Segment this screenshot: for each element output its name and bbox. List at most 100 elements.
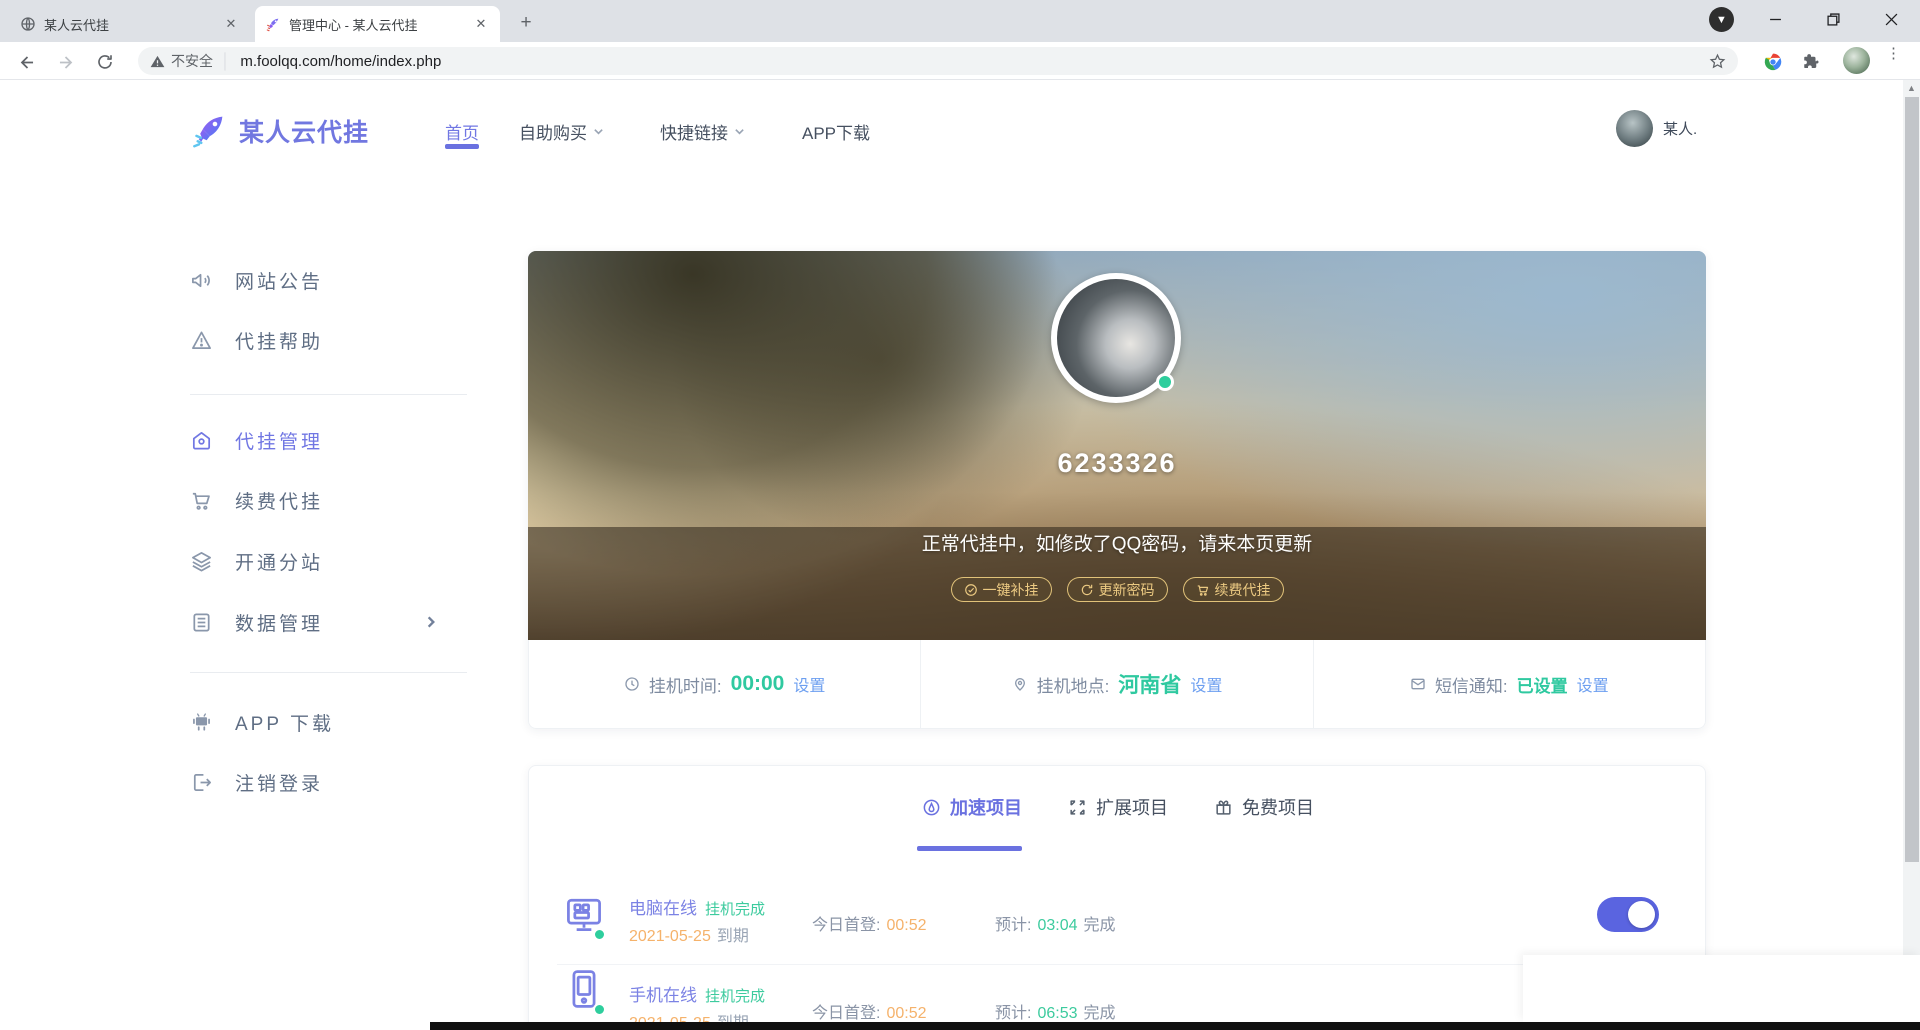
badge-label: 更新密码	[1099, 580, 1155, 600]
browser-extension-icon[interactable]	[1760, 49, 1786, 75]
security-label[interactable]: 不安全	[171, 51, 213, 71]
renew-hang-button[interactable]: 续费代挂	[1183, 577, 1284, 602]
back-icon[interactable]	[14, 49, 40, 75]
sidebar-label: 续费代挂	[235, 487, 323, 514]
stat-settings-link[interactable]: 设置	[1577, 672, 1609, 696]
nav-app-download[interactable]: APP下载	[802, 118, 870, 144]
stat-sms-notify: 短信通知: 已设置 设置	[1313, 640, 1705, 728]
logout-icon	[190, 771, 213, 794]
project-row-name: 电脑在线挂机完成	[629, 894, 765, 919]
login-label: 今日首登:	[812, 917, 880, 934]
address-bar[interactable]: 不安全 │ m.foolqq.com/home/index.php	[138, 47, 1738, 75]
sidebar-label: 代挂管理	[235, 427, 323, 454]
sidebar-label: 开通分站	[235, 548, 323, 575]
login-time: 00:52	[886, 917, 926, 934]
tab-free-projects[interactable]: 免费项目	[1214, 794, 1314, 820]
brand-name: 某人云代挂	[239, 113, 369, 149]
stat-value: 已设置	[1517, 672, 1568, 697]
user-avatar	[1616, 110, 1653, 147]
project-row-expiry: 2021-05-25到期	[629, 922, 749, 946]
eta-suffix: 完成	[1084, 1005, 1116, 1022]
tab-close-icon[interactable]: ✕	[222, 15, 240, 33]
site-brand[interactable]: 某人云代挂	[190, 112, 369, 149]
nav-quick-links[interactable]: 快捷链接	[660, 118, 745, 144]
browser-tab-inactive[interactable]: 某人云代挂 ✕	[10, 6, 250, 42]
nav-active-underline	[445, 144, 479, 149]
window-minimize-button[interactable]	[1752, 0, 1798, 38]
sidebar-label: 数据管理	[235, 609, 323, 636]
sidebar-item-app-download[interactable]: APP 下载	[190, 705, 467, 739]
login-time: 00:52	[886, 1005, 926, 1022]
sidebar-item-hang-management[interactable]: 代挂管理	[190, 423, 467, 457]
forward-icon[interactable]	[52, 49, 78, 75]
expand-icon	[1068, 798, 1087, 817]
account-hero-card: 6233326 正常代挂中，如修改了QQ密码，请来本页更新 一键补挂 更新密码 …	[528, 251, 1706, 729]
project-status: 挂机完成	[705, 901, 765, 918]
update-password-button[interactable]: 更新密码	[1067, 577, 1168, 602]
project-name: 手机在线	[629, 986, 697, 1005]
project-row-eta: 预计:03:04完成	[995, 911, 1116, 935]
extensions-puzzle-icon[interactable]	[1798, 49, 1824, 75]
project-status: 挂机完成	[705, 988, 765, 1005]
online-status-dot	[593, 928, 606, 941]
scrollbar-thumb[interactable]	[1905, 97, 1919, 862]
browser-menu-icon[interactable]: ⋮	[1886, 49, 1894, 58]
tab-label: 扩展项目	[1096, 794, 1168, 820]
eta-time: 06:53	[1037, 1005, 1077, 1022]
project-tabs: 加速项目 扩展项目 免费项目	[529, 794, 1707, 820]
browser-profile-avatar[interactable]	[1843, 47, 1870, 74]
page-scrollbar[interactable]: ▲	[1903, 80, 1920, 1030]
sidebar-divider	[190, 394, 467, 395]
tab-close-icon[interactable]: ✕	[472, 15, 490, 33]
project-name: 电脑在线	[629, 899, 697, 918]
project-row-first-login: 今日首登: 00:52	[812, 911, 927, 935]
nav-home[interactable]: 首页	[445, 118, 479, 144]
tab-accelerated-projects[interactable]: 加速项目	[922, 794, 1022, 820]
sidebar-item-logout[interactable]: 注销登录	[190, 765, 467, 799]
home-icon	[190, 429, 213, 452]
floating-white-panel	[1523, 955, 1920, 1022]
window-restore-button[interactable]	[1810, 0, 1856, 38]
sidebar-item-renew[interactable]: 续费代挂	[190, 483, 467, 517]
new-tab-button[interactable]: +	[512, 9, 540, 37]
refresh-icon	[1080, 583, 1094, 597]
sidebar-label: 代挂帮助	[235, 327, 323, 354]
window-close-button[interactable]	[1868, 0, 1914, 38]
user-menu[interactable]: 某人.	[1616, 110, 1697, 147]
media-controls-button[interactable]: ▼	[1709, 7, 1734, 32]
nav-label: 自助购买	[519, 119, 587, 144]
bookmark-star-icon[interactable]	[1709, 53, 1726, 70]
tab-extended-projects[interactable]: 扩展项目	[1068, 794, 1168, 820]
expiry-date: 2021-05-25	[629, 928, 711, 945]
sidebar-item-announcements[interactable]: 网站公告	[190, 263, 467, 297]
browser-tab-bar: 某人云代挂 ✕ 管理中心 - 某人云代挂 ✕ + ▼	[0, 0, 1920, 42]
browser-tab-active[interactable]: 管理中心 - 某人云代挂 ✕	[255, 6, 500, 42]
gift-icon	[1214, 798, 1233, 817]
reload-icon[interactable]	[92, 49, 118, 75]
tab-title: 某人云代挂	[44, 15, 222, 34]
address-separator: │	[221, 53, 230, 70]
sidebar-item-help[interactable]: 代挂帮助	[190, 323, 467, 357]
project-toggle-on[interactable]	[1597, 897, 1659, 932]
stat-settings-link[interactable]: 设置	[793, 672, 825, 696]
url-text[interactable]: m.foolqq.com/home/index.php	[240, 53, 1709, 70]
tab-label: 加速项目	[950, 794, 1022, 820]
nav-label: 首页	[445, 119, 479, 144]
page-content: 某人云代挂 首页 自助购买 快捷链接 APP下载 某人. 网站公告 代挂帮助	[0, 80, 1920, 1030]
one-key-rehang-button[interactable]: 一键补挂	[951, 577, 1052, 602]
brand-rocket-icon	[190, 112, 227, 149]
sidebar-item-substation[interactable]: 开通分站	[190, 544, 467, 578]
qq-number: 6233326	[528, 448, 1706, 479]
stat-settings-link[interactable]: 设置	[1190, 672, 1222, 696]
scrollbar-up-arrow[interactable]: ▲	[1903, 80, 1920, 97]
android-icon	[190, 711, 213, 734]
tab-title: 管理中心 - 某人云代挂	[289, 15, 472, 34]
clock-icon	[624, 676, 640, 692]
online-status-dot	[1156, 373, 1174, 391]
nav-self-purchase[interactable]: 自助购买	[519, 118, 604, 144]
hero-action-badges: 一键补挂 更新密码 续费代挂	[528, 577, 1706, 602]
stat-label: 挂机时间:	[649, 672, 722, 697]
sidebar-label: 注销登录	[235, 769, 323, 796]
stat-label: 挂机地点:	[1037, 672, 1110, 697]
sidebar-label: APP 下载	[235, 709, 334, 736]
